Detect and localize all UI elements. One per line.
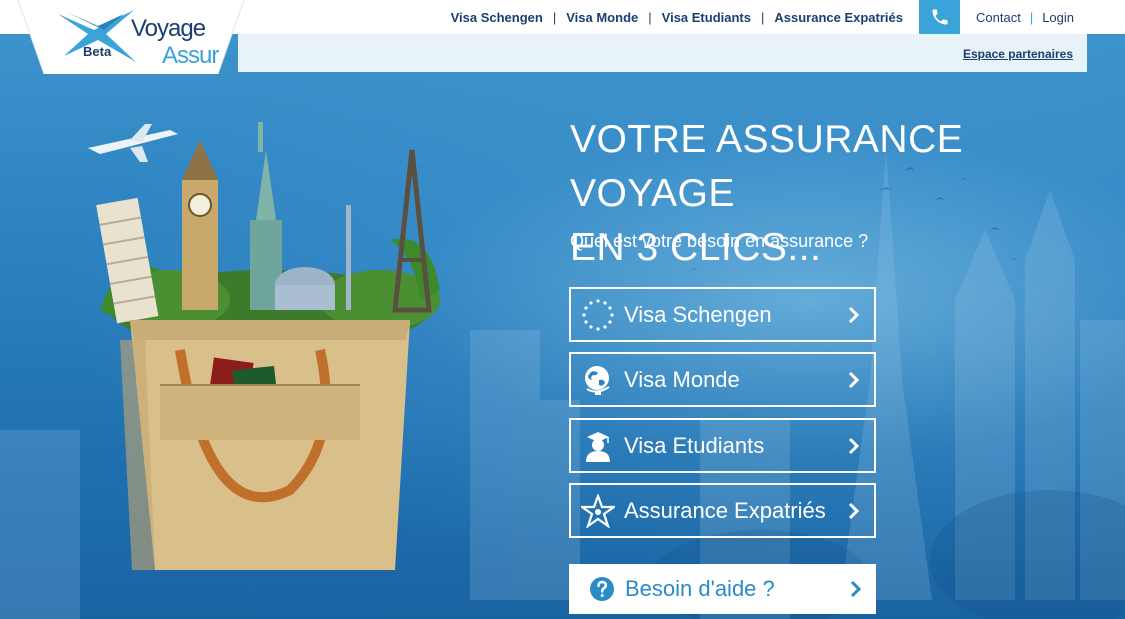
choice-assurance-expatries-button[interactable]: Assurance Expatriés <box>569 483 876 538</box>
chevron-right-icon <box>848 437 868 455</box>
account-nav: Contact | Login <box>976 0 1074 34</box>
chevron-right-icon <box>850 580 870 598</box>
nav-assurance-expatries[interactable]: Assurance Expatriés <box>774 10 903 25</box>
travel-bag-illustration <box>88 122 440 570</box>
main-nav: Visa Schengen | Visa Monde | Visa Etudia… <box>451 0 903 34</box>
choice-label: Visa Schengen <box>624 301 772 327</box>
chevron-right-icon <box>848 371 868 389</box>
nav-visa-monde[interactable]: Visa Monde <box>566 10 638 25</box>
logo-beta-tag: Beta <box>83 44 112 59</box>
nav-visa-etudiants[interactable]: Visa Etudiants <box>662 10 751 25</box>
login-link[interactable]: Login <box>1042 10 1074 25</box>
chevron-right-icon <box>848 306 868 324</box>
help-label: Besoin d'aide ? <box>625 576 775 601</box>
question-circle-icon <box>590 577 614 601</box>
nav-separator: | <box>552 9 557 25</box>
help-button[interactable]: Besoin d'aide ? <box>569 564 876 614</box>
eu-stars-icon <box>579 296 617 334</box>
star-emblem-icon <box>579 492 617 530</box>
nav-visa-schengen[interactable]: Visa Schengen <box>451 10 543 25</box>
choice-visa-monde-button[interactable]: Visa Monde <box>569 352 876 407</box>
phone-icon <box>932 9 947 25</box>
airplane-icon <box>88 124 178 162</box>
hero-question: Quel est votre besoin en assurance ? <box>570 231 869 251</box>
logo-tab[interactable]: Voyage Assur Beta <box>18 0 244 74</box>
choice-label: Assurance Expatriés <box>624 497 826 523</box>
partner-space-link[interactable]: Espace partenaires <box>963 47 1073 61</box>
globe-icon <box>579 361 617 399</box>
choice-visa-etudiants-button[interactable]: Visa Etudiants <box>569 418 876 473</box>
hero-headline-line1: VOTRE ASSURANCE VOYAGE <box>570 118 964 215</box>
logo-word-voyage: Voyage <box>131 15 206 42</box>
nav-separator: | <box>1029 9 1034 25</box>
choice-label: Visa Monde <box>624 366 740 392</box>
choice-label: Visa Etudiants <box>624 432 765 458</box>
nav-separator: | <box>760 9 765 25</box>
contact-link[interactable]: Contact <box>976 10 1021 25</box>
chevron-right-icon <box>848 502 868 520</box>
nav-separator: | <box>648 9 652 25</box>
phone-button[interactable] <box>919 0 960 34</box>
logo-word-assur: Assur <box>162 42 219 69</box>
graduate-icon <box>579 427 617 465</box>
hero-background <box>0 0 1125 619</box>
choice-visa-schengen-button[interactable]: Visa Schengen <box>569 287 876 342</box>
secondary-bar <box>238 34 1087 72</box>
